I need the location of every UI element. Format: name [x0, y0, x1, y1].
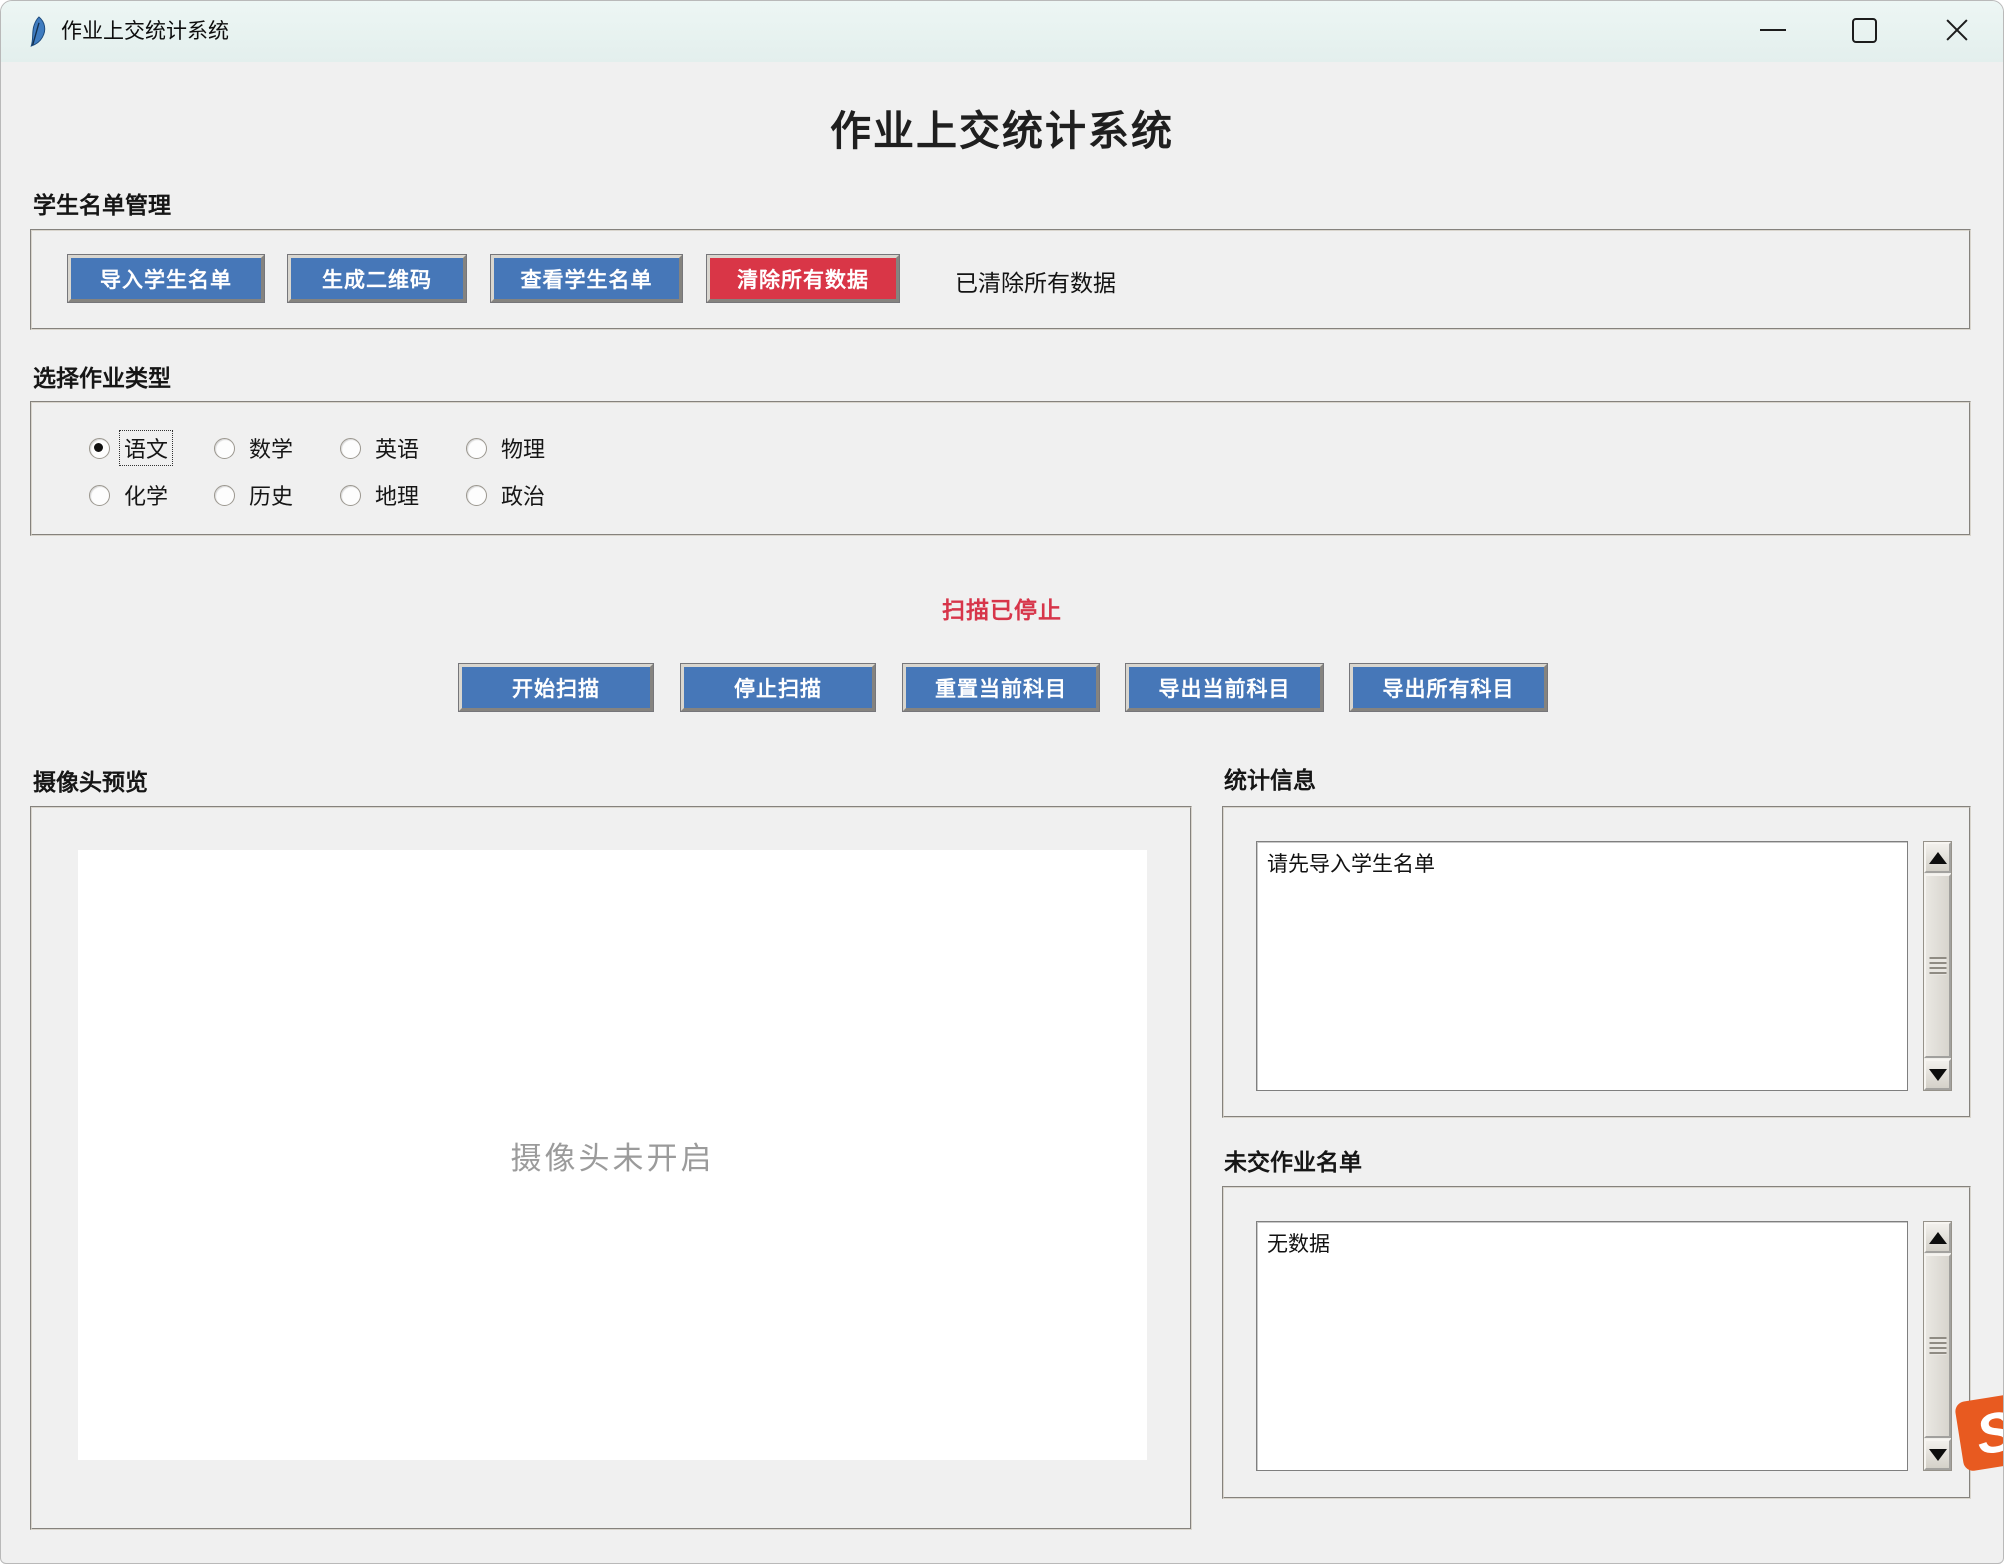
app-window: 作业上交统计系统 作业上交统计系统 学生名单管理 导入学生名单 生成二维码 查看…	[0, 0, 2004, 1564]
homework-type-frame: 语文 数学 英语 物理 化学 历史 地理 政治	[30, 401, 1971, 536]
student-management-label: 学生名单管理	[33, 186, 171, 220]
radio-geography[interactable]: 地理	[340, 480, 423, 510]
missing-list-scrollbar[interactable]	[1923, 1221, 1952, 1471]
scrollbar-thumb[interactable]	[1924, 874, 1951, 1058]
camera-off-text: 摄像头未开启	[511, 1133, 715, 1178]
radio-label: 地理	[371, 478, 423, 512]
page-title: 作业上交统计系统	[1, 97, 2003, 157]
radio-chemistry[interactable]: 化学	[89, 480, 172, 510]
reset-current-subject-button[interactable]: 重置当前科目	[903, 664, 1099, 711]
arrow-up-icon	[1929, 852, 1947, 864]
clear-all-data-button[interactable]: 清除所有数据	[707, 255, 899, 302]
radio-politics[interactable]: 政治	[466, 480, 549, 510]
radio-icon	[214, 485, 235, 506]
camera-preview-frame: 摄像头未开启	[30, 806, 1192, 1530]
export-current-subject-button[interactable]: 导出当前科目	[1126, 664, 1323, 711]
scroll-down-button[interactable]	[1924, 1059, 1951, 1090]
import-student-list-button[interactable]: 导入学生名单	[68, 255, 264, 302]
export-all-subjects-button[interactable]: 导出所有科目	[1350, 664, 1547, 711]
camera-canvas: 摄像头未开启	[78, 850, 1147, 1460]
radio-icon	[466, 485, 487, 506]
minimize-icon	[1760, 29, 1786, 31]
radio-icon	[340, 485, 361, 506]
radio-label: 化学	[120, 478, 172, 512]
stop-scan-button[interactable]: 停止扫描	[681, 664, 875, 711]
camera-preview-label: 摄像头预览	[33, 763, 148, 797]
arrow-up-icon	[1929, 1232, 1947, 1244]
radio-math[interactable]: 数学	[214, 433, 297, 463]
radio-label: 物理	[497, 431, 549, 465]
student-management-frame: 导入学生名单 生成二维码 查看学生名单 清除所有数据 已清除所有数据	[30, 229, 1971, 330]
scrollbar-grip-icon	[1929, 957, 1946, 975]
statistics-frame: 请先导入学生名单	[1222, 806, 1971, 1118]
radio-chinese[interactable]: 语文	[89, 433, 172, 463]
radio-label: 政治	[497, 478, 549, 512]
radio-history[interactable]: 历史	[214, 480, 297, 510]
radio-label: 历史	[245, 478, 297, 512]
statistics-scrollbar[interactable]	[1923, 841, 1952, 1091]
clear-status-text: 已清除所有数据	[955, 264, 1116, 298]
homework-type-label: 选择作业类型	[33, 359, 171, 393]
tk-feather-icon	[26, 16, 50, 47]
title-bar[interactable]: 作业上交统计系统	[1, 1, 2003, 62]
generate-qrcode-button[interactable]: 生成二维码	[288, 255, 466, 302]
radio-label: 英语	[371, 431, 423, 465]
radio-label: 数学	[245, 431, 297, 465]
radio-physics[interactable]: 物理	[466, 433, 549, 463]
scroll-down-button[interactable]	[1924, 1439, 1951, 1470]
arrow-down-icon	[1929, 1069, 1947, 1081]
minimize-button[interactable]	[1741, 1, 1805, 59]
missing-list-frame: 无数据	[1222, 1186, 1971, 1499]
scrollbar-grip-icon	[1929, 1337, 1946, 1355]
close-icon	[1944, 17, 1970, 43]
arrow-down-icon	[1929, 1449, 1947, 1461]
missing-list-textarea[interactable]: 无数据	[1256, 1221, 1908, 1471]
close-button[interactable]	[1925, 1, 1989, 59]
maximize-icon	[1852, 18, 1877, 43]
radio-icon	[214, 438, 235, 459]
radio-icon	[340, 438, 361, 459]
radio-english[interactable]: 英语	[340, 433, 423, 463]
start-scan-button[interactable]: 开始扫描	[459, 664, 653, 711]
statistics-label: 统计信息	[1224, 761, 1316, 795]
radio-icon	[89, 438, 110, 459]
maximize-button[interactable]	[1832, 1, 1896, 59]
radio-icon	[89, 485, 110, 506]
scan-status-text: 扫描已停止	[1, 591, 2003, 625]
radio-label: 语文	[120, 431, 172, 465]
statistics-textarea[interactable]: 请先导入学生名单	[1256, 841, 1908, 1091]
missing-list-label: 未交作业名单	[1224, 1143, 1362, 1177]
radio-icon	[466, 438, 487, 459]
view-student-list-button[interactable]: 查看学生名单	[491, 255, 682, 302]
scrollbar-thumb[interactable]	[1924, 1254, 1951, 1438]
scroll-up-button[interactable]	[1924, 1222, 1951, 1253]
scroll-up-button[interactable]	[1924, 842, 1951, 873]
window-title: 作业上交统计系统	[61, 1, 229, 62]
